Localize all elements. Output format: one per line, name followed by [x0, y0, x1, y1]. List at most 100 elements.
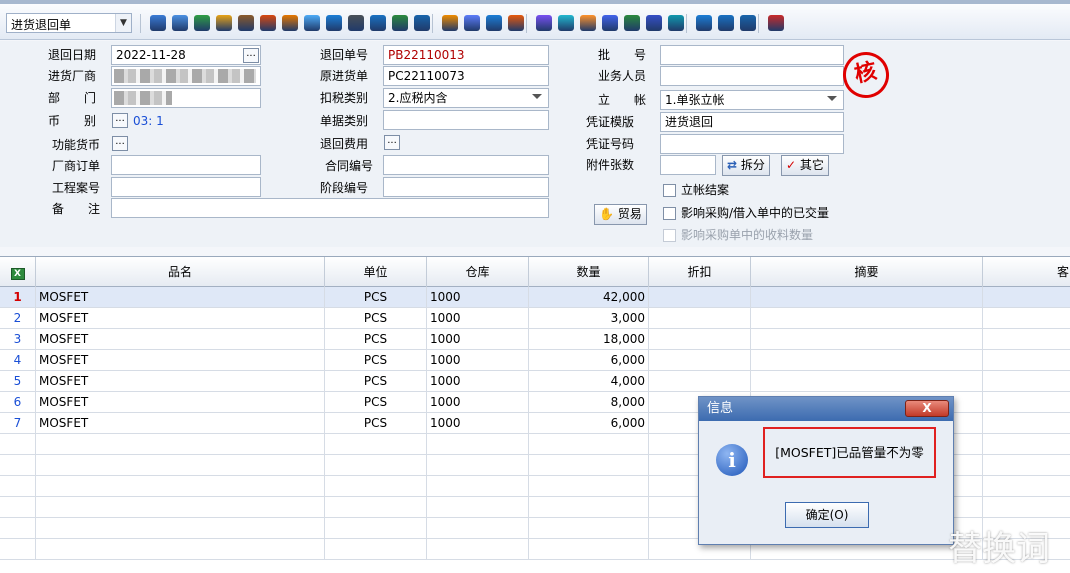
func-currency-picker-button[interactable]: ...	[112, 136, 128, 151]
cell-name[interactable]	[36, 539, 325, 559]
row-number[interactable]: 6	[0, 392, 36, 412]
excel-export-icon[interactable]: X	[0, 257, 36, 287]
cell-name[interactable]: MOSFET	[36, 308, 325, 328]
cell-customer[interactable]	[983, 434, 1070, 454]
voucher-no-field[interactable]	[660, 134, 844, 154]
row-number[interactable]	[0, 518, 36, 538]
cell-unit[interactable]: PCS	[325, 371, 427, 391]
cell-name[interactable]: MOSFET	[36, 371, 325, 391]
cell-discount[interactable]	[649, 329, 751, 349]
cell-name[interactable]: MOSFET	[36, 392, 325, 412]
cell-unit[interactable]	[325, 539, 427, 559]
cell-discount[interactable]	[649, 371, 751, 391]
row-number[interactable]	[0, 434, 36, 454]
cell-warehouse[interactable]: 1000	[427, 329, 529, 349]
cell-discount[interactable]	[649, 287, 751, 307]
contract-no-field[interactable]	[383, 155, 549, 175]
attachments-field[interactable]	[660, 155, 716, 175]
col-header-warehouse[interactable]: 仓库	[427, 257, 529, 287]
cell-unit[interactable]: PCS	[325, 308, 427, 328]
return-date-field[interactable]: 2022-11-28	[111, 45, 261, 65]
flag-icon[interactable]	[260, 15, 276, 31]
cell-qty[interactable]	[529, 497, 649, 517]
remark-field[interactable]	[111, 198, 549, 218]
ok-button[interactable]: 确定(O)	[785, 502, 869, 528]
trade-button[interactable]: ✋ 贸易	[594, 204, 647, 225]
search-icon[interactable]	[150, 15, 166, 31]
recycle-icon[interactable]	[668, 15, 684, 31]
affect-purchase-checkbox[interactable]	[663, 207, 676, 220]
cell-qty[interactable]: 6,000	[529, 350, 649, 370]
orig-purchase-field[interactable]: PC22110073	[383, 66, 549, 86]
department-field[interactable]	[111, 88, 261, 108]
row-number[interactable]	[0, 476, 36, 496]
table-row[interactable]: 3 MOSFET PCS 1000 18,000	[0, 329, 1070, 350]
cell-warehouse[interactable]	[427, 476, 529, 496]
table-row[interactable]: 2 MOSFET PCS 1000 3,000	[0, 308, 1070, 329]
account-select[interactable]: 1.单张立帐	[660, 90, 844, 110]
cell-customer[interactable]	[983, 392, 1070, 412]
cell-discount[interactable]	[649, 350, 751, 370]
cell-qty[interactable]: 18,000	[529, 329, 649, 349]
cell-warehouse[interactable]: 1000	[427, 287, 529, 307]
cell-name[interactable]	[36, 518, 325, 538]
cell-customer[interactable]	[983, 497, 1070, 517]
cell-warehouse[interactable]	[427, 434, 529, 454]
help-icon[interactable]	[370, 15, 386, 31]
cell-name[interactable]	[36, 497, 325, 517]
return-fee-picker-button[interactable]: ...	[384, 135, 400, 150]
voucher-template-field[interactable]: 进货退回	[660, 112, 844, 132]
cell-qty[interactable]: 6,000	[529, 413, 649, 433]
monitor-icon[interactable]	[172, 15, 188, 31]
salesperson-field[interactable]	[660, 66, 844, 86]
window-icon[interactable]	[696, 15, 712, 31]
tag-icon[interactable]	[580, 15, 596, 31]
row-number[interactable]: 7	[0, 413, 36, 433]
key-icon[interactable]	[348, 15, 364, 31]
layers-icon[interactable]	[740, 15, 756, 31]
cell-unit[interactable]	[325, 434, 427, 454]
col-header-name[interactable]: 品名	[36, 257, 325, 287]
cell-warehouse[interactable]: 1000	[427, 371, 529, 391]
cell-name[interactable]: MOSFET	[36, 413, 325, 433]
tax-type-select[interactable]: 2.应税内含	[383, 88, 549, 108]
cell-name[interactable]: MOSFET	[36, 329, 325, 349]
other-button[interactable]: ✓ 其它	[781, 155, 829, 176]
cell-name[interactable]: MOSFET	[36, 287, 325, 307]
cell-qty[interactable]: 4,000	[529, 371, 649, 391]
phase-no-field[interactable]	[383, 177, 549, 197]
split-button[interactable]: ⇄ 拆分	[722, 155, 770, 176]
image-icon[interactable]	[304, 15, 320, 31]
cell-summary[interactable]	[751, 287, 983, 307]
col-header-discount[interactable]: 折扣	[649, 257, 751, 287]
cell-warehouse[interactable]: 1000	[427, 308, 529, 328]
cell-name[interactable]	[36, 434, 325, 454]
cell-customer[interactable]	[983, 308, 1070, 328]
cell-unit[interactable]	[325, 518, 427, 538]
cell-customer[interactable]	[983, 476, 1070, 496]
col-header-unit[interactable]: 单位	[325, 257, 427, 287]
table-row[interactable]: 1 MOSFET PCS 1000 42,000	[0, 287, 1070, 308]
return-no-field[interactable]: PB22110013	[383, 45, 549, 65]
cell-customer[interactable]	[983, 413, 1070, 433]
cell-warehouse[interactable]: 1000	[427, 413, 529, 433]
cell-qty[interactable]	[529, 539, 649, 559]
cell-unit[interactable]: PCS	[325, 350, 427, 370]
col-header-summary[interactable]: 摘要	[751, 257, 983, 287]
project-no-field[interactable]	[111, 177, 261, 197]
cell-warehouse[interactable]: 1000	[427, 350, 529, 370]
table-row[interactable]: 5 MOSFET PCS 1000 4,000	[0, 371, 1070, 392]
home-icon[interactable]	[216, 15, 232, 31]
book-icon[interactable]	[326, 15, 342, 31]
affect-receive-checkbox[interactable]	[663, 229, 676, 242]
row-number[interactable]	[0, 455, 36, 475]
users-icon[interactable]	[624, 15, 640, 31]
people-icon[interactable]	[282, 15, 298, 31]
cell-qty[interactable]: 8,000	[529, 392, 649, 412]
row-number[interactable]: 4	[0, 350, 36, 370]
cell-customer[interactable]	[983, 371, 1070, 391]
close-window-icon[interactable]	[718, 15, 734, 31]
cell-unit[interactable]	[325, 455, 427, 475]
close-account-checkbox[interactable]	[663, 184, 676, 197]
cell-name[interactable]: MOSFET	[36, 350, 325, 370]
